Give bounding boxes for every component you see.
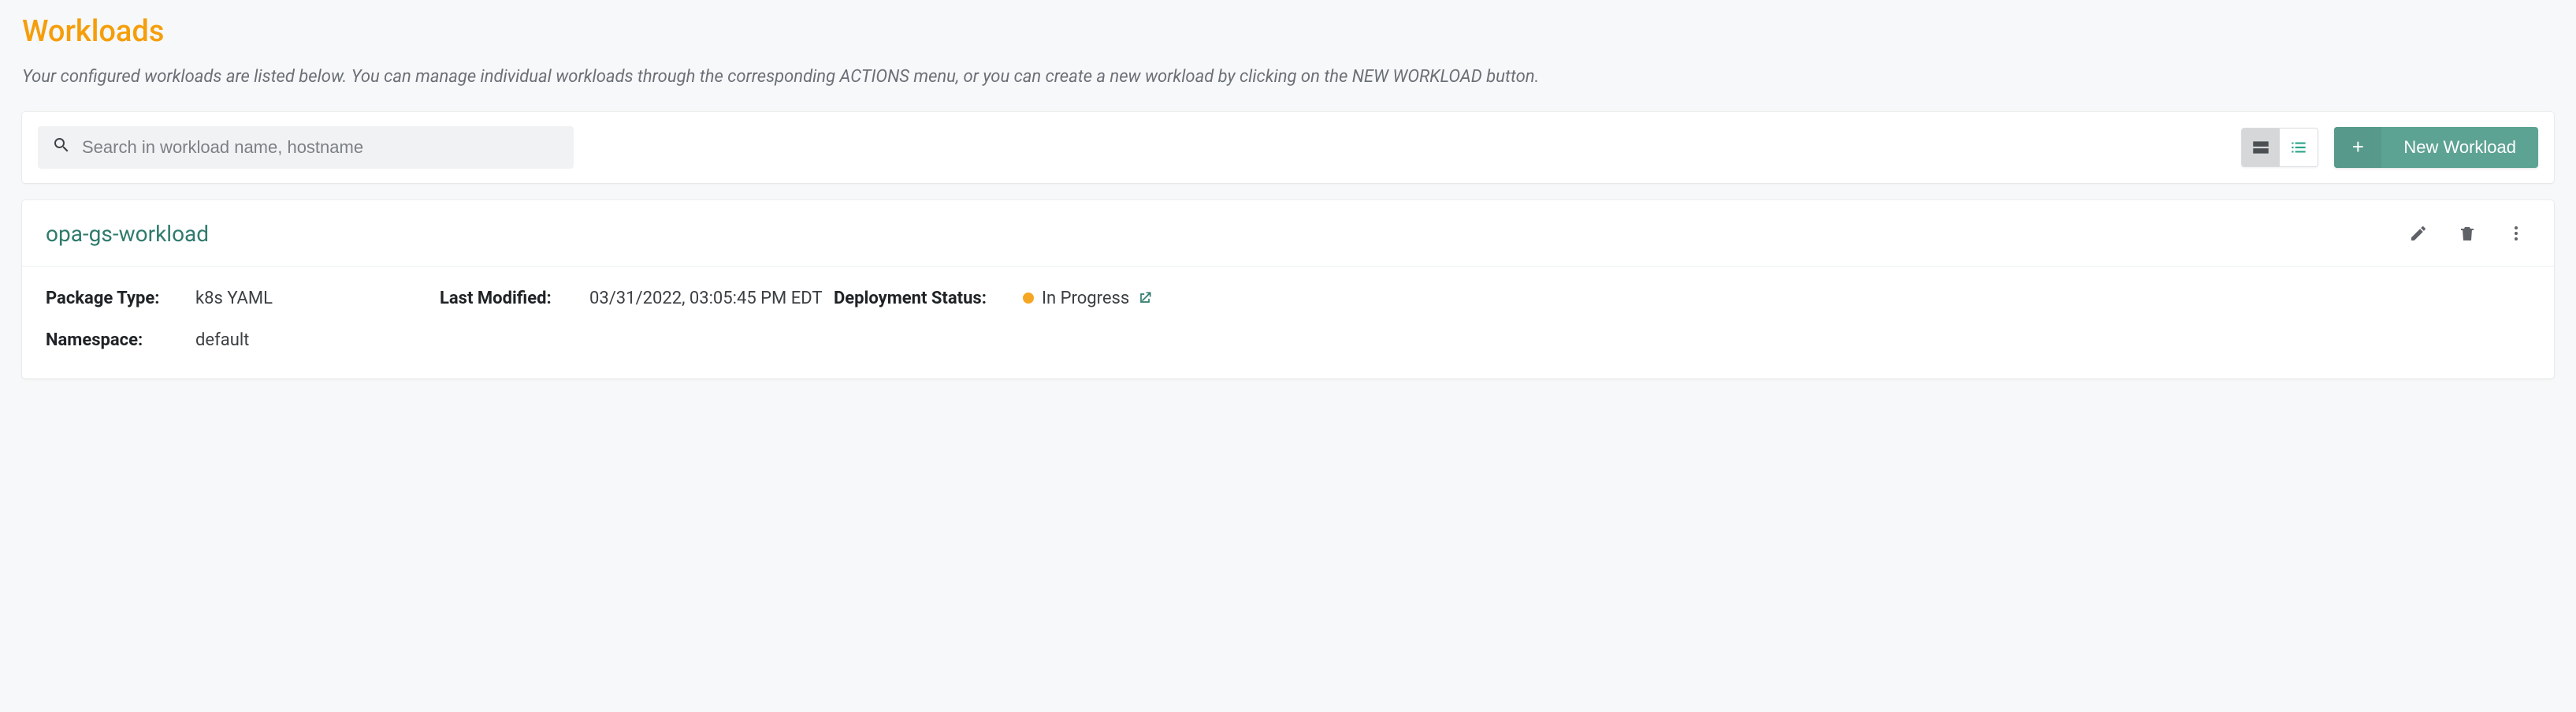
list-icon [2288,137,2309,158]
namespace-label: Namespace: [46,330,164,350]
plus-icon: + [2334,127,2381,168]
workload-header-actions [2409,224,2530,243]
view-agenda-icon [2251,137,2271,158]
last-modified-label: Last Modified: [440,289,558,308]
new-workload-button[interactable]: + New Workload [2334,127,2538,168]
page-title: Workloads [22,14,2554,49]
workload-card: opa-gs-workload Package Type: k8s YAML L… [22,200,2554,378]
more-button[interactable] [2507,224,2526,243]
status-dot-icon [1023,293,1034,304]
package-type-label: Package Type: [46,289,164,308]
more-vert-icon [2507,224,2526,243]
new-workload-label: New Workload [2381,137,2538,158]
kv-deployment-status: Deployment Status: In Progress [834,289,2530,308]
deployment-status-value[interactable]: In Progress [1023,289,1153,308]
toolbar: + New Workload [22,112,2554,183]
kv-last-modified: Last Modified: 03/31/2022, 03:05:45 PM E… [440,289,834,308]
kv-package-type: Package Type: k8s YAML [46,289,440,308]
delete-button[interactable] [2458,224,2477,243]
package-type-value: k8s YAML [195,289,273,308]
workload-title[interactable]: opa-gs-workload [46,221,209,247]
view-toggle [2241,128,2318,167]
open-in-new-icon [1137,290,1153,306]
view-toggle-list[interactable] [2280,129,2318,166]
page-subtitle: Your configured workloads are listed bel… [22,65,2554,90]
view-toggle-cards[interactable] [2242,129,2280,166]
kv-namespace: Namespace: default [46,330,440,350]
search-icon [52,136,71,159]
workload-header: opa-gs-workload [22,200,2554,267]
deployment-status-text: In Progress [1042,289,1129,308]
search-input[interactable] [82,137,559,158]
last-modified-value: 03/31/2022, 03:05:45 PM EDT [589,289,822,308]
workload-body: Package Type: k8s YAML Last Modified: 03… [22,267,2554,378]
namespace-value: default [195,330,249,350]
search-box[interactable] [38,126,574,169]
trash-icon [2458,224,2477,243]
pencil-icon [2409,224,2428,243]
edit-button[interactable] [2409,224,2428,243]
deployment-status-label: Deployment Status: [834,289,991,308]
